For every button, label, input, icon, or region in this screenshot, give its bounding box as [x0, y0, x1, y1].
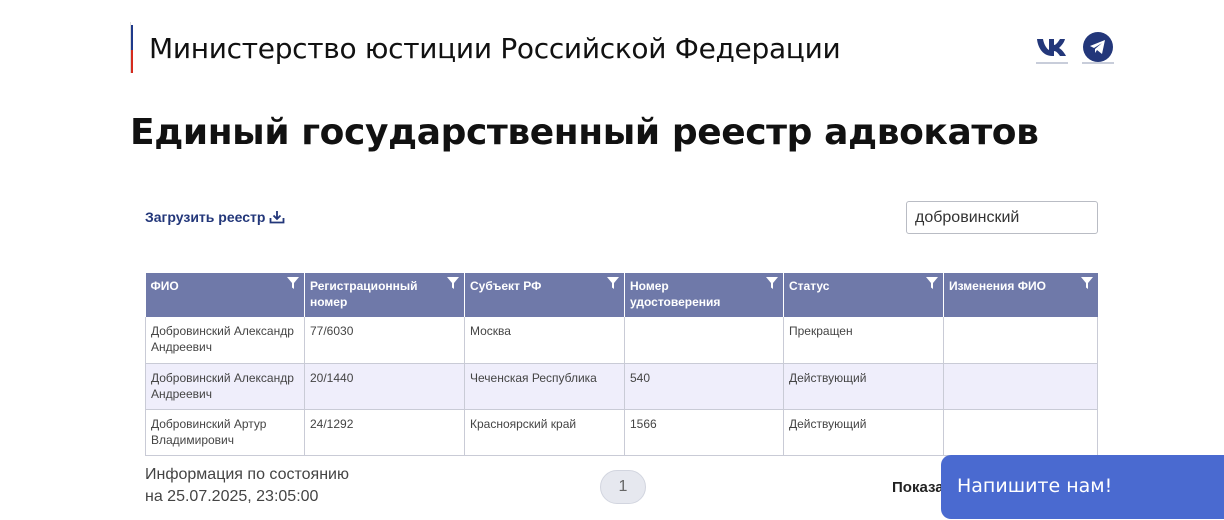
- download-registry-link[interactable]: Загрузить реестр: [145, 209, 285, 225]
- cell-subject: Красноярский край: [464, 409, 625, 456]
- cell-fio: Добровинский Александр Андреевич: [145, 363, 305, 410]
- vk-icon[interactable]: [1036, 32, 1068, 64]
- cell-name-changes: [943, 409, 1098, 456]
- cell-certificate: 540: [624, 363, 784, 410]
- cell-name-changes: [943, 317, 1098, 364]
- filter-icon[interactable]: [766, 277, 778, 289]
- col-header-certificate[interactable]: Номер удостоверения: [624, 273, 784, 317]
- cell-fio: Добровинский Артур Владимирович: [145, 409, 305, 456]
- download-label: Загрузить реестр: [145, 209, 266, 225]
- info-line-2: на 25.07.2025, 23:05:00: [145, 488, 319, 505]
- cell-reg-number: 24/1292: [304, 409, 465, 456]
- download-icon: [270, 211, 285, 224]
- filter-icon[interactable]: [287, 277, 299, 289]
- table-row[interactable]: Добровинский Александр Андреевич 77/6030…: [145, 317, 1098, 364]
- cell-name-changes: [943, 363, 1098, 410]
- cell-reg-number: 77/6030: [304, 317, 465, 364]
- col-header-subject[interactable]: Субъект РФ: [464, 273, 625, 317]
- cell-status: Действующий: [783, 363, 944, 410]
- data-timestamp-info: Информация по состоянию на 25.07.2025, 2…: [145, 464, 349, 508]
- org-name[interactable]: Министерство юстиции Российской Федераци…: [149, 32, 841, 65]
- col-header-fio[interactable]: ФИО: [145, 273, 305, 317]
- chat-widget-button[interactable]: Напишите нам!: [941, 455, 1224, 519]
- flag-stripe: [130, 22, 133, 73]
- col-header-status[interactable]: Статус: [783, 273, 944, 317]
- table-header-row: ФИО Регистрационный номер Субъект РФ Ном…: [145, 273, 1098, 317]
- search-input[interactable]: [906, 201, 1098, 234]
- cell-subject: Москва: [464, 317, 625, 364]
- site-header: Министерство юстиции Российской Федераци…: [130, 22, 1114, 74]
- cell-status: Прекращен: [783, 317, 944, 364]
- telegram-icon[interactable]: [1082, 32, 1114, 64]
- show-per-page-label: Показа: [892, 479, 944, 496]
- cell-subject: Чеченская Республика: [464, 363, 625, 410]
- filter-icon[interactable]: [447, 277, 459, 289]
- cell-reg-number: 20/1440: [304, 363, 465, 410]
- pagination-page-button[interactable]: 1: [600, 470, 646, 504]
- cell-certificate: 1566: [624, 409, 784, 456]
- col-header-name-changes[interactable]: Изменения ФИО: [943, 273, 1098, 317]
- page-title: Единый государственный реестр адвокатов: [130, 112, 1039, 153]
- registry-table: ФИО Регистрационный номер Субъект РФ Ном…: [145, 273, 1098, 456]
- cell-fio: Добровинский Александр Андреевич: [145, 317, 305, 364]
- filter-icon[interactable]: [607, 277, 619, 289]
- social-links: [1036, 32, 1114, 64]
- filter-icon[interactable]: [1080, 277, 1093, 289]
- table-row[interactable]: Добровинский Артур Владимирович 24/1292 …: [145, 409, 1098, 456]
- cell-status: Действующий: [783, 409, 944, 456]
- col-header-reg-number[interactable]: Регистрационный номер: [304, 273, 465, 317]
- info-line-1: Информация по состоянию: [145, 466, 349, 483]
- cell-certificate: [624, 317, 784, 364]
- table-row[interactable]: Добровинский Александр Андреевич 20/1440…: [145, 363, 1098, 410]
- filter-icon[interactable]: [926, 277, 938, 289]
